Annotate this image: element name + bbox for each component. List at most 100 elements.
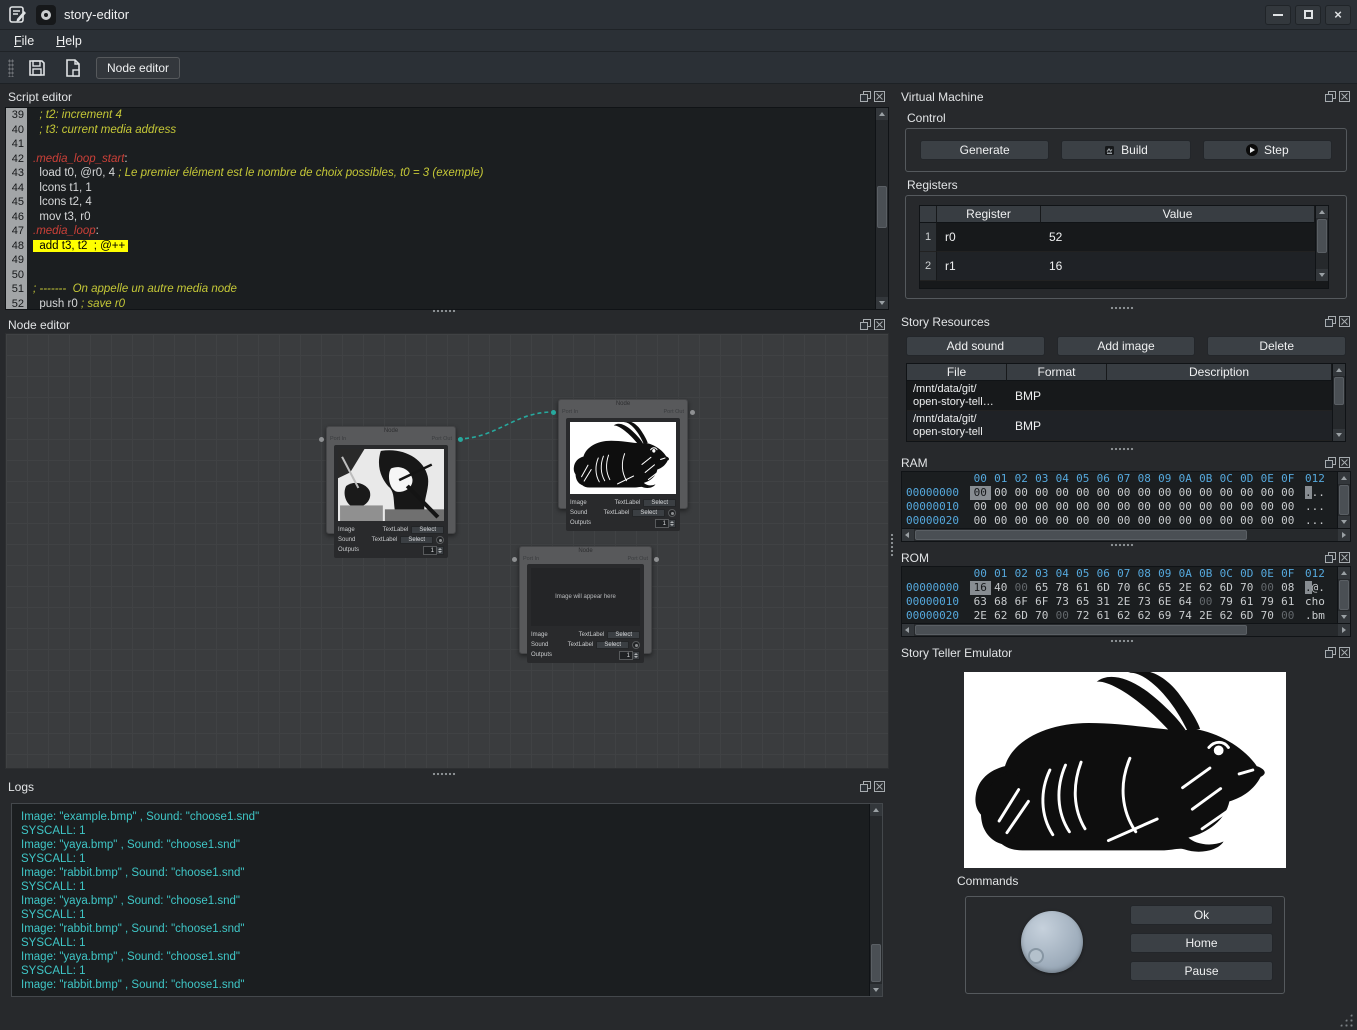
float-panel-icon[interactable] <box>1325 647 1336 658</box>
select-image-button[interactable]: Select <box>643 499 676 507</box>
code-line[interactable]: 52 push r0 ; save r0 <box>6 297 874 311</box>
close-panel-icon[interactable] <box>1339 552 1350 563</box>
hex-row[interactable]: 0000001063686F6F7365312E736E640079617961… <box>906 595 1336 609</box>
register-value-cell[interactable]: 52 <box>1041 223 1315 252</box>
port-in-dot[interactable] <box>319 437 324 442</box>
log-output[interactable]: Image: "example.bmp" , Sound: "choose1.s… <box>11 803 883 997</box>
hex-row[interactable]: 0000001000000000000000000000000000000000… <box>906 500 1336 514</box>
float-panel-icon[interactable] <box>1325 91 1336 102</box>
port-in-dot[interactable] <box>512 557 517 562</box>
splitter-handle[interactable] <box>432 309 456 313</box>
scroll-down-arrow[interactable] <box>870 984 882 996</box>
close-panel-icon[interactable] <box>874 91 885 102</box>
logs-vertical-scrollbar[interactable] <box>869 804 882 996</box>
code-line[interactable]: 42.media_loop_start: <box>6 152 874 167</box>
media-node-2[interactable]: Node Port In Port Out ImageTextLabelSele… <box>558 399 688 509</box>
resource-file-cell[interactable]: /mnt/data/git/open-story-tell… <box>907 381 1007 411</box>
port-out-dot[interactable] <box>690 410 695 415</box>
splitter-handle[interactable] <box>1110 306 1134 310</box>
close-panel-icon[interactable] <box>1339 457 1350 468</box>
toolbar-grip[interactable] <box>8 59 14 77</box>
media-node-3[interactable]: Node Port In Port Out Image will appear … <box>519 546 652 654</box>
code-line[interactable]: 50 <box>6 268 874 283</box>
window-resize-grip[interactable] <box>1339 1013 1353 1027</box>
registers-scrollbar[interactable] <box>1315 206 1328 281</box>
scrollbar-thumb[interactable] <box>1339 580 1349 610</box>
node-editor-toolbar-button[interactable]: Node editor <box>96 57 180 79</box>
menu-help[interactable]: Help <box>56 34 82 48</box>
code-line[interactable]: 49 <box>6 253 874 268</box>
registers-col-register[interactable]: Register <box>937 206 1041 223</box>
float-panel-icon[interactable] <box>1325 552 1336 563</box>
register-name-cell[interactable]: r0 <box>937 223 1041 252</box>
resource-format-cell[interactable]: BMP <box>1007 411 1107 441</box>
resources-col-description[interactable]: Description <box>1107 364 1332 381</box>
float-panel-icon[interactable] <box>860 319 871 330</box>
scrollbar-thumb[interactable] <box>877 186 887 228</box>
code-line[interactable]: 45 lcons t2, 4 <box>6 195 874 210</box>
window-minimize-button[interactable] <box>1265 5 1291 25</box>
selection-knob[interactable] <box>1021 911 1083 973</box>
add-image-button[interactable]: Add image <box>1057 336 1196 356</box>
column-splitter-handle[interactable] <box>890 533 894 557</box>
add-sound-button[interactable]: Add sound <box>906 336 1045 356</box>
scroll-down-arrow[interactable] <box>1316 269 1328 281</box>
scrollbar-thumb[interactable] <box>915 625 1247 635</box>
resource-file-cell[interactable]: /mnt/data/git/open-story-tell <box>907 411 1007 441</box>
play-sound-button[interactable] <box>632 641 640 649</box>
resources-col-file[interactable]: File <box>907 364 1007 381</box>
code-line[interactable]: 43 load t0, @r0, 4 ; Le premier élément … <box>6 166 874 181</box>
select-sound-button[interactable]: Select <box>632 509 665 517</box>
close-panel-icon[interactable] <box>1339 647 1350 658</box>
code-line[interactable]: 47.media_loop: <box>6 224 874 239</box>
pause-button[interactable]: Pause <box>1130 961 1273 981</box>
select-image-button[interactable]: Select <box>411 526 444 534</box>
resources-scrollbar[interactable] <box>1332 364 1345 441</box>
scroll-up-arrow[interactable] <box>870 804 882 816</box>
scroll-up-arrow[interactable] <box>1333 364 1345 376</box>
float-panel-icon[interactable] <box>860 91 871 102</box>
scroll-right-arrow[interactable] <box>1338 529 1350 541</box>
play-sound-button[interactable] <box>436 536 444 544</box>
ram-vertical-scrollbar[interactable] <box>1337 472 1350 528</box>
ok-button[interactable]: Ok <box>1130 905 1273 925</box>
close-panel-icon[interactable] <box>874 781 885 792</box>
scroll-left-arrow[interactable] <box>902 624 914 636</box>
outputs-spinbox[interactable]: 1 <box>619 651 640 660</box>
build-button[interactable]: Build <box>1061 140 1190 160</box>
scroll-up-arrow[interactable] <box>1338 567 1350 579</box>
scroll-up-arrow[interactable] <box>1316 206 1328 218</box>
resource-description-cell[interactable] <box>1107 381 1332 411</box>
play-sound-button[interactable] <box>668 509 676 517</box>
select-sound-button[interactable]: Select <box>400 536 433 544</box>
code-line[interactable]: 40 ; t3: current media address <box>6 123 874 138</box>
register-row-number[interactable]: 2 <box>920 252 937 281</box>
scroll-right-arrow[interactable] <box>1338 624 1350 636</box>
node-canvas[interactable]: Node Port In Port Out ImageTextLabelSele… <box>5 333 889 769</box>
scroll-down-arrow[interactable] <box>1333 429 1345 441</box>
close-panel-icon[interactable] <box>874 319 885 330</box>
hex-row[interactable]: 000000202E626D70007261626269742E626D7000… <box>906 609 1336 623</box>
scroll-up-arrow[interactable] <box>1338 472 1350 484</box>
resources-col-format[interactable]: Format <box>1007 364 1107 381</box>
register-value-cell[interactable]: 16 <box>1041 252 1315 281</box>
code-line[interactable]: 39 ; t2: increment 4 <box>6 108 874 123</box>
rom-horizontal-scrollbar[interactable] <box>902 623 1350 636</box>
select-sound-button[interactable]: Select <box>596 641 629 649</box>
select-image-button[interactable]: Select <box>607 631 640 639</box>
port-out-dot[interactable] <box>458 437 463 442</box>
code-line[interactable]: 48 add t3, t2 ; @++ <box>6 239 874 254</box>
register-row-number[interactable]: 1 <box>920 223 937 252</box>
hex-row[interactable]: 0000000000000000000000000000000000000000… <box>906 486 1336 500</box>
home-button[interactable]: Home <box>1130 933 1273 953</box>
scrollbar-thumb[interactable] <box>1339 485 1349 515</box>
scrollbar-thumb[interactable] <box>915 530 1247 540</box>
media-node-1[interactable]: Node Port In Port Out ImageTextLabelSele… <box>326 426 456 534</box>
splitter-handle[interactable] <box>1110 543 1134 547</box>
code-line[interactable]: 44 lcons t1, 1 <box>6 181 874 196</box>
outputs-spinbox[interactable]: 1 <box>655 519 676 528</box>
window-close-button[interactable]: × <box>1325 5 1351 25</box>
outputs-spinbox[interactable]: 1 <box>423 546 444 555</box>
port-in-dot[interactable] <box>551 410 556 415</box>
splitter-handle[interactable] <box>1110 639 1134 643</box>
